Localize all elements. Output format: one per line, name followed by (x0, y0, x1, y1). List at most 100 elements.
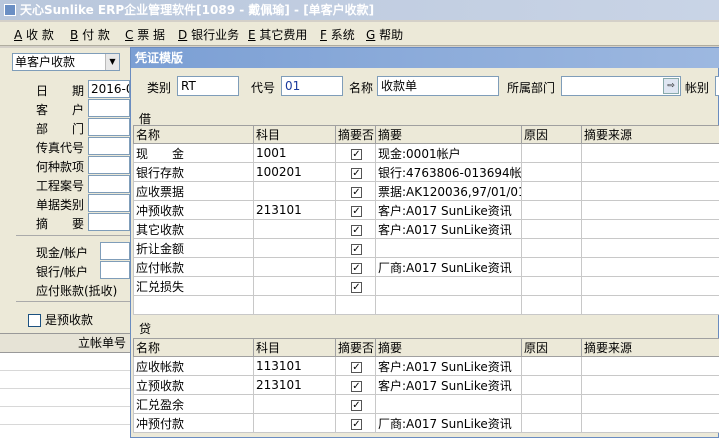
chevron-down-icon[interactable]: ▼ (105, 54, 119, 70)
col-summary-flag[interactable]: 摘要否 (335, 338, 376, 357)
cell-reason[interactable] (521, 143, 582, 163)
col-subject[interactable]: 科目 (253, 125, 336, 144)
cell-name[interactable]: 现 金 (133, 143, 254, 163)
checkbox-icon[interactable]: ✓ (351, 263, 362, 274)
cell-subject[interactable]: 213101 (253, 375, 336, 395)
cell-summary-source[interactable] (581, 200, 719, 220)
checkbox-icon[interactable]: ✓ (351, 362, 362, 373)
cell-subject[interactable] (253, 238, 336, 258)
col-subject[interactable]: 科目 (253, 338, 336, 357)
checkbox-icon[interactable]: ✓ (351, 400, 362, 411)
cell-summary[interactable]: 现金:0001帐户 (375, 143, 522, 163)
ledger-grid-body[interactable] (0, 353, 130, 438)
cell-summary-flag[interactable]: ✓ (335, 219, 376, 239)
cell-subject[interactable]: 213101 (253, 200, 336, 220)
cell-subject[interactable]: 113101 (253, 356, 336, 376)
table-row[interactable]: 应收票据 ✓ 票据:AK120036,97/01/01 (133, 181, 719, 201)
checkbox-icon[interactable]: ✓ (351, 244, 362, 255)
table-row[interactable]: 冲预付款 ✓ 厂商:A017 SunLike资讯 (133, 413, 719, 433)
date-field[interactable]: 2016-0 (88, 80, 130, 98)
menu-receipt[interactable]: A 收 款 (14, 26, 54, 43)
cell-summary[interactable]: 厂商:A017 SunLike资讯 (375, 257, 522, 277)
checkbox-icon[interactable]: ✓ (351, 225, 362, 236)
menu-help[interactable]: G 帮助 (366, 26, 403, 43)
cell-reason[interactable] (521, 413, 582, 433)
table-row[interactable]: 应收帐款 113101 ✓ 客户:A017 SunLike资讯 (133, 356, 719, 376)
cell-reason[interactable] (521, 394, 582, 414)
cell-subject[interactable]: 1001 (253, 143, 336, 163)
col-summary-source[interactable]: 摘要来源 (581, 338, 719, 357)
col-reason[interactable]: 原因 (521, 125, 582, 144)
menu-system[interactable]: F 系统 (320, 26, 355, 43)
cell-subject[interactable] (253, 276, 336, 296)
table-row[interactable]: 汇兑损失 ✓ (133, 276, 719, 296)
type-field[interactable]: RT (177, 76, 239, 96)
cell-summary[interactable]: 票据:AK120036,97/01/01 (375, 181, 522, 201)
bank-account-field[interactable] (100, 261, 130, 279)
checkbox-icon[interactable]: ✓ (351, 206, 362, 217)
empty-cell[interactable] (581, 295, 719, 315)
cell-summary-source[interactable] (581, 181, 719, 201)
table-row[interactable]: 现 金 1001 ✓ 现金:0001帐户 (133, 143, 719, 163)
cell-name[interactable]: 冲预收款 (133, 200, 254, 220)
cell-name[interactable]: 银行存款 (133, 162, 254, 182)
checkbox-icon[interactable]: ✓ (351, 149, 362, 160)
account-field[interactable] (715, 76, 719, 96)
checkbox-icon[interactable]: ✓ (351, 419, 362, 430)
menu-payment[interactable]: B 付 款 (70, 26, 110, 43)
checkbox-icon[interactable] (28, 314, 41, 327)
cell-name[interactable]: 汇兑损失 (133, 276, 254, 296)
empty-cell[interactable] (335, 295, 376, 315)
prepayment-checkbox[interactable]: 是预收款 (28, 311, 93, 328)
project-no-field[interactable] (88, 175, 130, 193)
cell-summary-flag[interactable]: ✓ (335, 276, 376, 296)
code-field[interactable]: 01 (281, 76, 343, 96)
cell-name[interactable]: 其它收款 (133, 219, 254, 239)
cell-subject[interactable] (253, 413, 336, 433)
cell-reason[interactable] (521, 356, 582, 376)
col-summary-flag[interactable]: 摘要否 (335, 125, 376, 144)
department-field[interactable] (88, 118, 130, 136)
cell-name[interactable]: 立预收款 (133, 375, 254, 395)
col-name[interactable]: 名称 (133, 338, 254, 357)
cell-subject[interactable] (253, 181, 336, 201)
grid-header-ledger-no[interactable]: 立帐单号 (0, 333, 130, 353)
table-row[interactable]: 冲预收款 213101 ✓ 客户:A017 SunLike资讯 (133, 200, 719, 220)
menu-other-expenses[interactable]: E 其它费用 (248, 26, 307, 43)
cell-summary-flag[interactable]: ✓ (335, 394, 376, 414)
customer-field[interactable] (88, 99, 130, 117)
cell-summary-flag[interactable]: ✓ (335, 162, 376, 182)
dept-field[interactable]: ⇨ (561, 76, 681, 96)
empty-cell[interactable] (253, 295, 336, 315)
col-reason[interactable]: 原因 (521, 338, 582, 357)
checkbox-icon[interactable]: ✓ (351, 168, 362, 179)
cell-summary-source[interactable] (581, 238, 719, 258)
cell-summary[interactable]: 客户:A017 SunLike资讯 (375, 375, 522, 395)
cell-reason[interactable] (521, 200, 582, 220)
table-row[interactable]: 银行存款 100201 ✓ 银行:4763806-013694帐号 (133, 162, 719, 182)
cell-summary[interactable]: 客户:A017 SunLike资讯 (375, 356, 522, 376)
table-row[interactable]: 应付帐款 ✓ 厂商:A017 SunLike资讯 (133, 257, 719, 277)
cell-summary[interactable]: 客户:A017 SunLike资讯 (375, 219, 522, 239)
name-field[interactable]: 收款单 (377, 76, 499, 96)
cell-name[interactable]: 冲预付款 (133, 413, 254, 433)
cell-summary-source[interactable] (581, 162, 719, 182)
cell-summary[interactable]: 客户:A017 SunLike资讯 (375, 200, 522, 220)
cell-summary-source[interactable] (581, 413, 719, 433)
table-row[interactable]: 其它收款 ✓ 客户:A017 SunLike资讯 (133, 219, 719, 239)
cell-name[interactable]: 折让金额 (133, 238, 254, 258)
col-summary[interactable]: 摘要 (375, 125, 522, 144)
cell-subject[interactable] (253, 219, 336, 239)
cell-summary-flag[interactable]: ✓ (335, 181, 376, 201)
cell-summary-flag[interactable]: ✓ (335, 375, 376, 395)
cell-summary[interactable]: 厂商:A017 SunLike资讯 (375, 413, 522, 433)
cell-summary-source[interactable] (581, 375, 719, 395)
menu-notes[interactable]: C 票 据 (125, 26, 165, 43)
browse-icon[interactable]: ⇨ (663, 78, 679, 94)
summary-field[interactable] (88, 213, 130, 231)
empty-cell[interactable] (521, 295, 582, 315)
table-row-empty[interactable] (133, 295, 719, 315)
cell-summary-flag[interactable]: ✓ (335, 257, 376, 277)
cell-summary-flag[interactable]: ✓ (335, 413, 376, 433)
cell-summary-source[interactable] (581, 143, 719, 163)
